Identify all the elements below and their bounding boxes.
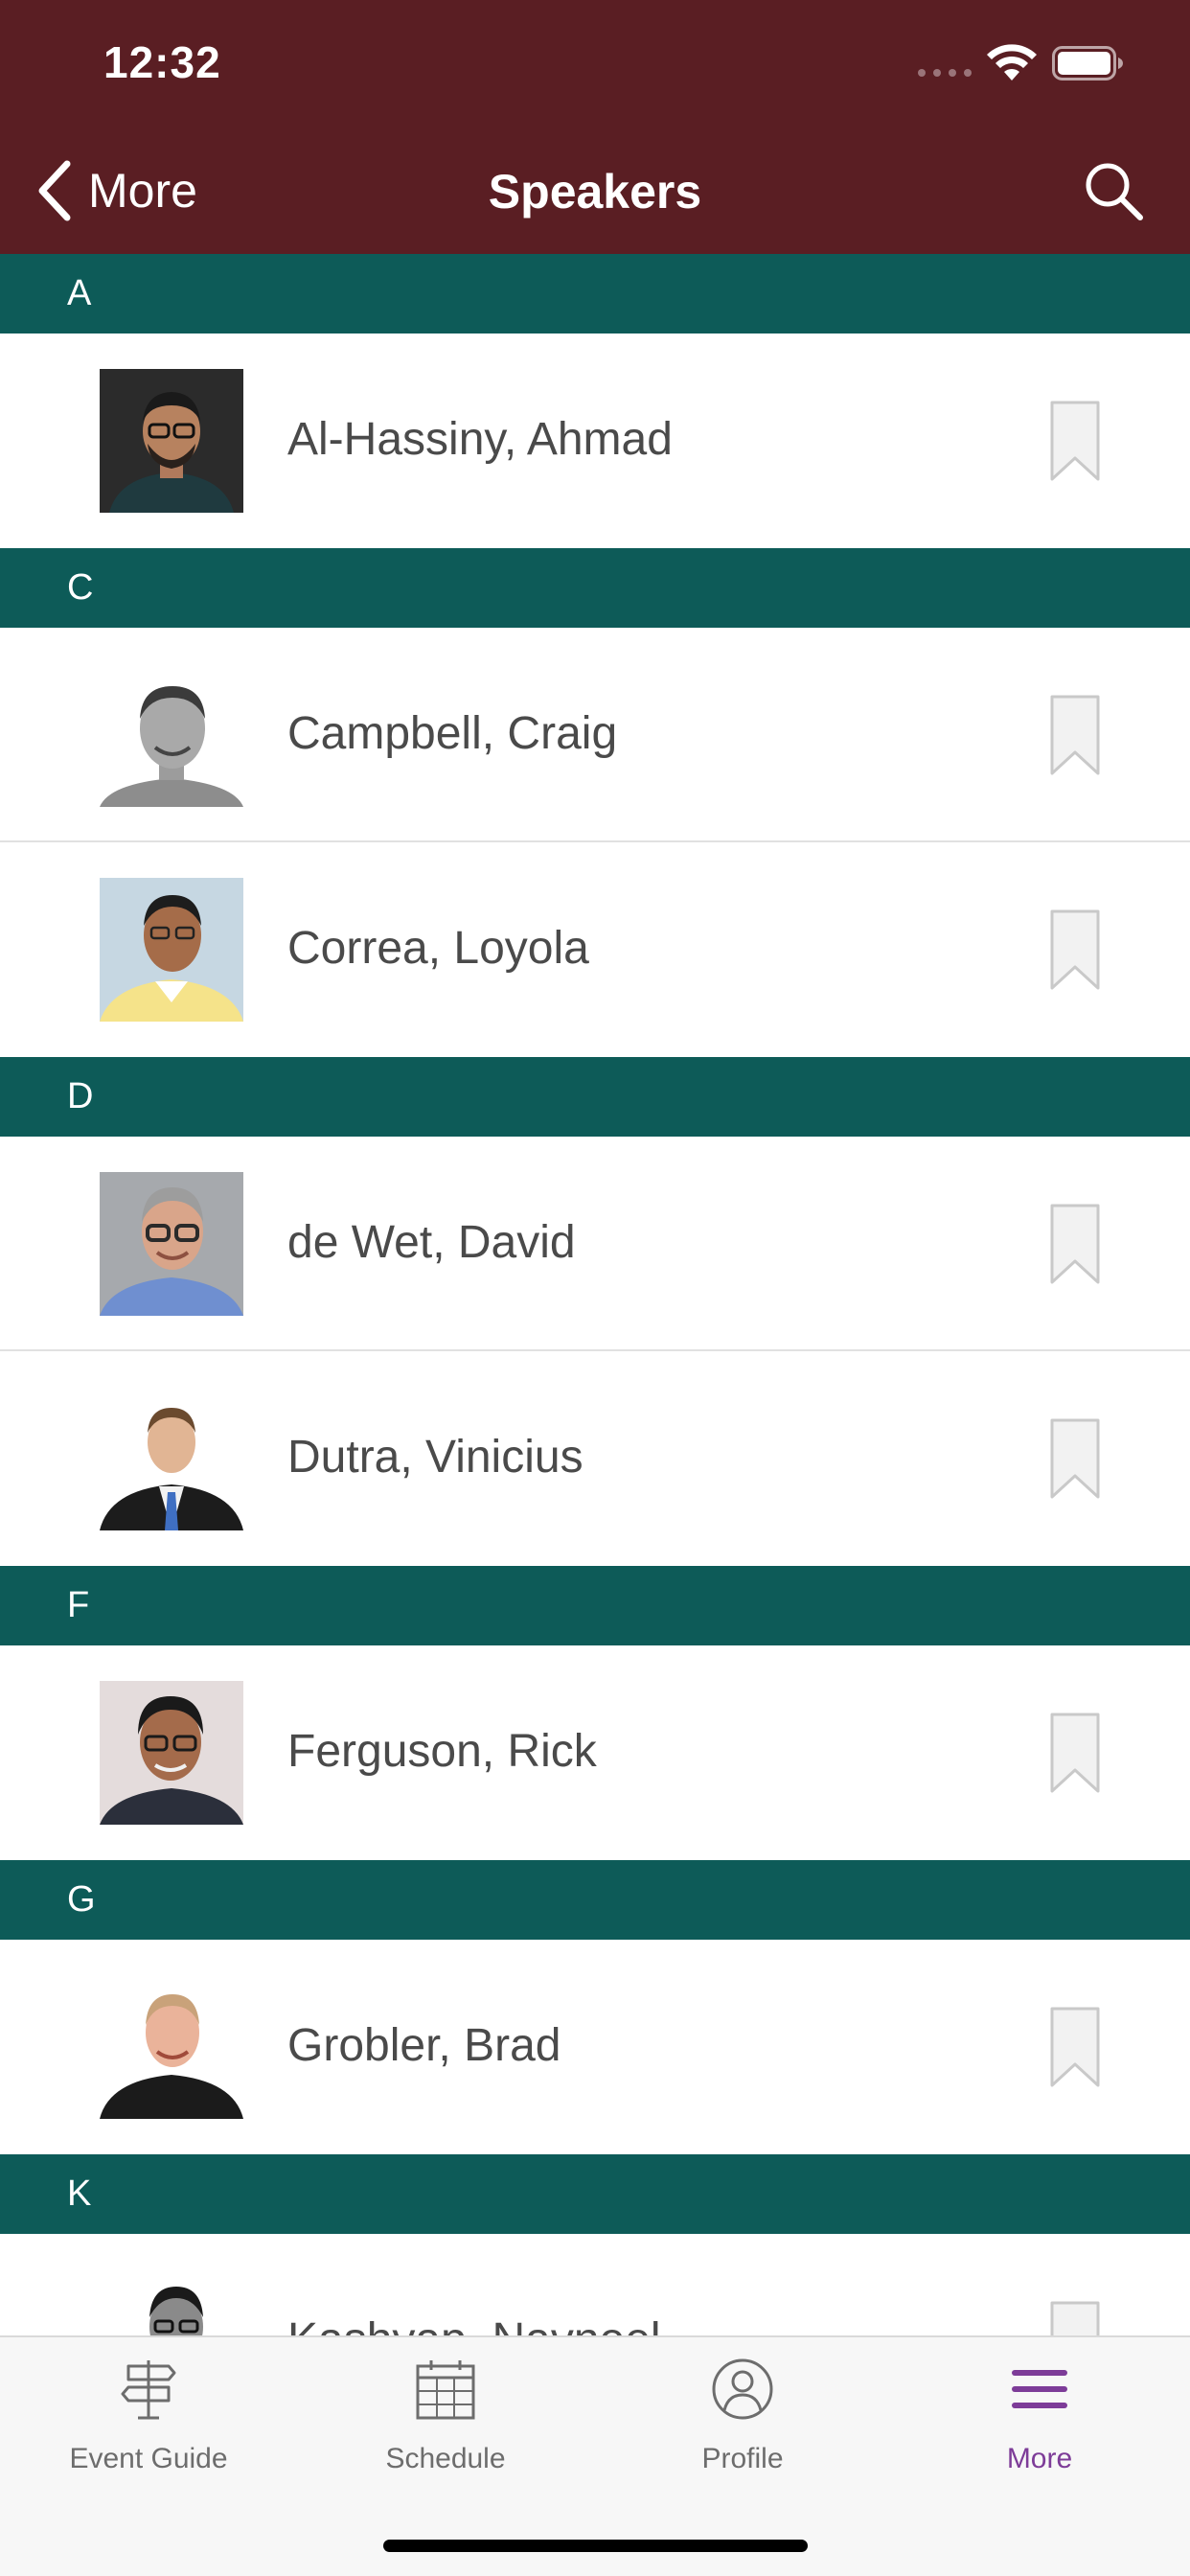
status-bar: 12:32 (0, 0, 1190, 129)
section-header-c: C (0, 548, 1190, 628)
speaker-name: Correa, Loyola (287, 923, 589, 974)
tab-label: Profile (701, 2443, 784, 2474)
speaker-photo (100, 663, 243, 807)
battery-icon (1052, 46, 1123, 80)
bookmark-icon[interactable] (1050, 2007, 1100, 2087)
speaker-name: Campbell, Craig (287, 708, 618, 759)
tab-event-guide[interactable]: Event Guide (0, 2337, 297, 2500)
menu-icon (1012, 2370, 1067, 2408)
tab-label: More (1006, 2443, 1073, 2474)
section-header-f: F (0, 1566, 1190, 1645)
speaker-name: de Wet, David (287, 1217, 576, 1268)
bookmark-icon[interactable] (1050, 909, 1100, 990)
speaker-photo (100, 1387, 243, 1530)
bookmark-icon[interactable] (1050, 1204, 1100, 1284)
tab-label: Schedule (385, 2443, 506, 2474)
speaker-name: Al-Hassiny, Ahmad (287, 414, 673, 465)
calendar-icon (416, 2360, 475, 2420)
back-button[interactable]: More (34, 156, 197, 225)
chevron-left-icon (38, 160, 71, 221)
speaker-name: Grobler, Brad (287, 2020, 561, 2071)
signpost-icon (121, 2360, 176, 2420)
speaker-row[interactable]: Dutra, Vinicius (0, 1351, 1190, 1566)
speaker-row[interactable]: Campbell, Craig (0, 628, 1190, 842)
tab-profile[interactable]: Profile (594, 2337, 891, 2500)
tab-label: Event Guide (69, 2443, 228, 2474)
bookmark-icon[interactable] (1050, 1713, 1100, 1793)
speaker-photo (100, 369, 243, 513)
section-header-d: D (0, 1057, 1190, 1137)
cellular-signal-icon (918, 69, 973, 79)
status-time: 12:32 (103, 37, 221, 87)
search-icon[interactable] (1081, 158, 1148, 225)
speaker-photo (100, 1172, 243, 1316)
speaker-row[interactable]: Correa, Loyola (0, 842, 1190, 1057)
bookmark-icon[interactable] (1050, 1418, 1100, 1499)
person-icon (712, 2358, 773, 2420)
bookmark-icon[interactable] (1050, 695, 1100, 775)
speaker-row[interactable]: de Wet, David (0, 1137, 1190, 1351)
section-header-k: K (0, 2154, 1190, 2234)
speaker-row[interactable]: Al-Hassiny, Ahmad (0, 334, 1190, 548)
section-header-a: A (0, 254, 1190, 334)
navigation-bar: More Speakers (0, 129, 1190, 254)
speaker-name: Ferguson, Rick (287, 1726, 597, 1777)
speaker-photo (100, 1681, 243, 1825)
speaker-row[interactable]: Ferguson, Rick (0, 1645, 1190, 1860)
tab-more[interactable]: More (891, 2337, 1188, 2500)
speaker-photo (100, 878, 243, 1022)
home-indicator (383, 2540, 808, 2552)
back-button-label: More (88, 164, 197, 218)
speaker-photo (100, 1975, 243, 2119)
bookmark-icon[interactable] (1050, 401, 1100, 481)
speaker-row[interactable]: Grobler, Brad (0, 1940, 1190, 2154)
tab-schedule[interactable]: Schedule (297, 2337, 594, 2500)
wifi-icon (987, 44, 1037, 80)
speaker-name: Dutra, Vinicius (287, 1432, 584, 1483)
speaker-list[interactable]: A Al-Hassiny, Ahmad C Campbell, Craig Co… (0, 254, 1190, 2449)
section-header-g: G (0, 1860, 1190, 1940)
